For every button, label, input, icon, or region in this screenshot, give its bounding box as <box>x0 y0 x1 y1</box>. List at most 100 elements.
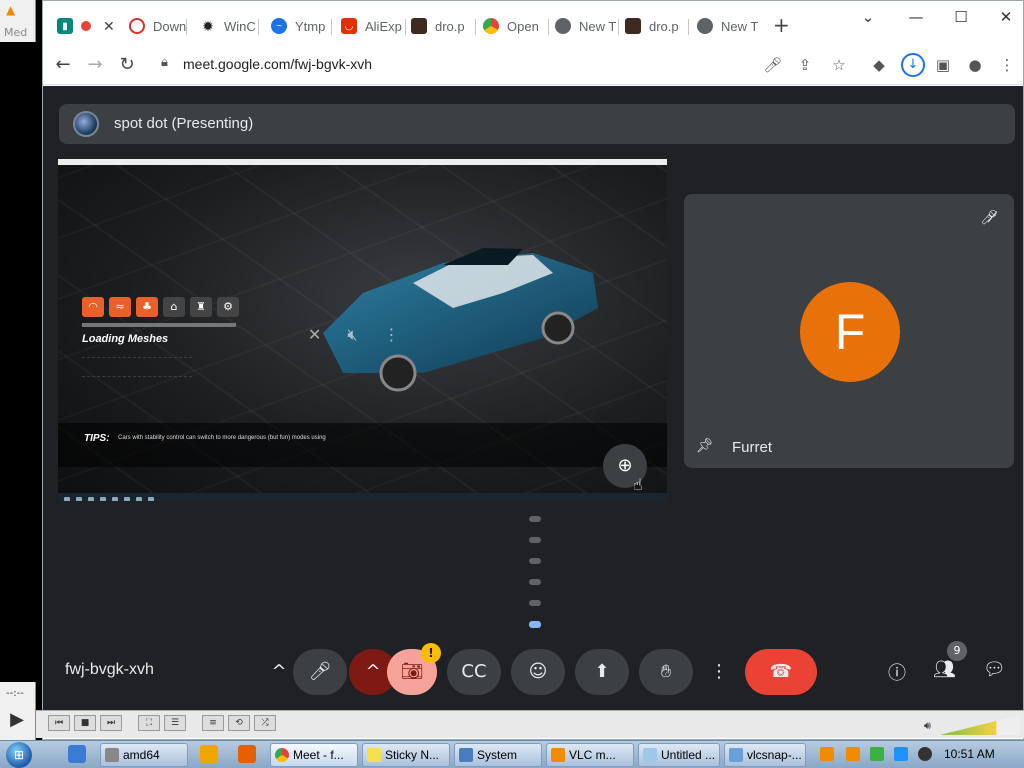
tab-new-2[interactable]: New T <box>697 11 758 41</box>
end-call-button[interactable]: ☎︎ <box>745 649 817 695</box>
filmstrip-indicator[interactable] <box>529 516 543 636</box>
loading-icons: ◠ ≈ ♣ ⌂ ♜ ⚙︎ <box>82 297 239 317</box>
present-screen-button[interactable]: ⬆ <box>575 649 629 695</box>
car-render <box>323 248 598 392</box>
tab-aliexpress[interactable]: ◡ AliExp <box>341 11 402 41</box>
recording-dot-icon <box>81 21 91 31</box>
shared-screen[interactable]: ◠ ≈ ♣ ⌂ ♜ ⚙︎ Loading Meshes ✕ 🔇︎ ⋮ TIPS: Cars… <box>58 159 667 501</box>
taskbar-item-vlc[interactable]: VLC m... <box>546 743 634 767</box>
taskbar-item-amd64[interactable]: amd64 <box>100 743 188 767</box>
emoji-reaction-button[interactable]: ☺ <box>511 649 565 695</box>
lock-icon: 🔒︎ <box>161 55 168 70</box>
captions-button[interactable]: CC <box>447 649 501 695</box>
media-player-icon[interactable] <box>200 745 218 763</box>
people-icon[interactable]: 👥︎ <box>933 659 956 680</box>
more-options-button[interactable]: ⋮ <box>699 649 739 695</box>
tab-dro-2[interactable]: dro.p <box>625 11 679 41</box>
close-tab-icon[interactable]: ✕ <box>103 18 115 35</box>
meeting-info-icon[interactable]: ⓘ <box>888 659 906 685</box>
tab-new-1[interactable]: New T <box>555 11 616 41</box>
tab-dro-1[interactable]: dro.p <box>411 11 465 41</box>
ie-icon[interactable] <box>68 745 86 763</box>
meeting-code: fwj-bvgk-xvh <box>65 661 154 678</box>
chrome-icon <box>483 18 499 34</box>
new-tab-button[interactable]: + <box>773 15 790 35</box>
firefox-icon[interactable] <box>238 745 256 763</box>
browser-toolbar: ← → ↻ 🔒︎ meet.google.com/fwj-bgvk-xvh 🎤︎… <box>43 45 1023 85</box>
participant-tile[interactable]: 🎤︎̸ F 📌︎ Furret <box>684 194 1014 468</box>
tab-label: dro.p <box>435 18 465 34</box>
tab-open[interactable]: Open <box>483 11 539 41</box>
windows-taskbar: ⊞ amd64 Meet - f... Sticky N... System V… <box>0 740 1024 768</box>
presenter-avatar <box>73 111 99 137</box>
raise-hand-button[interactable]: ✋︎ <box>639 649 693 695</box>
vlc-tray-icon[interactable] <box>820 747 834 761</box>
back-button[interactable]: ← <box>51 53 75 77</box>
side-panel-icon[interactable]: ▣ <box>931 53 955 77</box>
more-options-icon[interactable]: ⋮ <box>384 325 400 345</box>
tab-strip: ▮ ✕ Down ✹ WinC ~ Ytmp ◡ AliExp dro.p Op… <box>43 1 1023 45</box>
loading-note <box>82 357 192 377</box>
vlc-stop-button[interactable]: ■ <box>74 715 96 731</box>
monitor-tray-icon[interactable] <box>894 747 908 761</box>
vlc-extended-button[interactable]: ☰ <box>164 715 186 731</box>
mouse-cursor-icon: ☝ <box>633 475 643 494</box>
tab-download[interactable]: Down <box>129 11 186 41</box>
vlc-shuffle-button[interactable]: ⤮ <box>254 715 276 731</box>
presenter-label: spot dot (Presenting) <box>114 115 254 132</box>
tab-label: Down <box>153 18 187 34</box>
tab-winc[interactable]: ✹ WinC <box>200 11 256 41</box>
warning-badge: ! <box>421 643 441 663</box>
pin-icon[interactable]: 📌︎ <box>696 438 714 454</box>
vlc-next-button[interactable]: ⏭ <box>100 715 122 731</box>
people-count-badge: 9 <box>947 641 967 661</box>
pin-off-icon[interactable]: ✕ <box>308 325 321 345</box>
microphone-icon[interactable]: 🎤︎ <box>761 53 785 77</box>
blue-circle-icon: ~ <box>271 18 287 34</box>
taskbar-item-system[interactable]: System <box>454 743 542 767</box>
chat-icon[interactable]: 💬︎ <box>983 659 1006 680</box>
vlc-tray-icon-2[interactable] <box>846 747 860 761</box>
chrome-icon <box>275 748 289 762</box>
tab-meet[interactable]: ▮ ✕ <box>51 11 125 41</box>
notepad-icon <box>643 748 657 762</box>
taskbar-clock[interactable]: 10:51 AM <box>944 747 995 761</box>
chrome-icon <box>555 18 571 34</box>
taskbar-item-meet[interactable]: Meet - f... <box>270 743 358 767</box>
tips-label: TIPS: <box>84 433 110 444</box>
menu-kebab-icon[interactable]: ⋮ <box>995 53 1019 77</box>
tab-search-icon[interactable]: ⌄ <box>853 7 883 27</box>
microphone-button[interactable]: 🎤︎ <box>293 649 347 695</box>
extension-icon[interactable]: ◆ <box>867 53 891 77</box>
tab-ytmp[interactable]: ~ Ytmp <box>271 11 325 41</box>
start-button[interactable]: ⊞ <box>6 742 32 768</box>
maximize-button[interactable]: ☐ <box>946 7 976 27</box>
reload-button[interactable]: ↻ <box>115 53 139 77</box>
close-window-button[interactable]: ✕ <box>991 7 1021 27</box>
taskbar-item-notepad[interactable]: Untitled ... <box>638 743 720 767</box>
tips-text: Cars with stability control can switch t… <box>118 435 326 441</box>
browser-window: ▮ ✕ Down ✹ WinC ~ Ytmp ◡ AliExp dro.p Op… <box>42 0 1024 740</box>
network-tray-icon[interactable] <box>870 747 884 761</box>
presentation-overlay: ✕ 🔇︎ ⋮ <box>308 325 400 345</box>
address-bar[interactable]: meet.google.com/fwj-bgvk-xvh <box>183 56 372 72</box>
vlc-fullscreen-button[interactable]: ⛶ <box>138 715 160 731</box>
forward-button[interactable]: → <box>83 53 107 77</box>
taskbar-item-vlcsnap[interactable]: vlcsnap-... <box>724 743 806 767</box>
taskbar-item-sticky-notes[interactable]: Sticky N... <box>362 743 450 767</box>
download-icon[interactable]: ↓ <box>901 53 925 77</box>
bookmark-star-icon[interactable]: ☆ <box>827 53 851 77</box>
vlc-loop-button[interactable]: ⟲ <box>228 715 250 731</box>
minimize-button[interactable]: — <box>901 7 931 27</box>
profile-avatar[interactable]: ● <box>963 53 987 77</box>
vlc-play-button[interactable]: ▶ <box>4 708 30 732</box>
vlc-volume-icon[interactable]: 🔊︎ <box>924 719 931 733</box>
vlc-volume-slider[interactable] <box>940 715 1020 735</box>
folder-icon <box>105 748 119 762</box>
vlc-playlist-button[interactable]: ≡ <box>202 715 224 731</box>
mute-off-icon[interactable]: 🔇︎ <box>347 325 357 345</box>
record-tray-icon[interactable] <box>918 747 932 761</box>
aliexpress-icon: ◡ <box>341 18 357 34</box>
share-icon[interactable]: ⇪ <box>793 53 817 77</box>
vlc-prev-button[interactable]: ⏮ <box>48 715 70 731</box>
